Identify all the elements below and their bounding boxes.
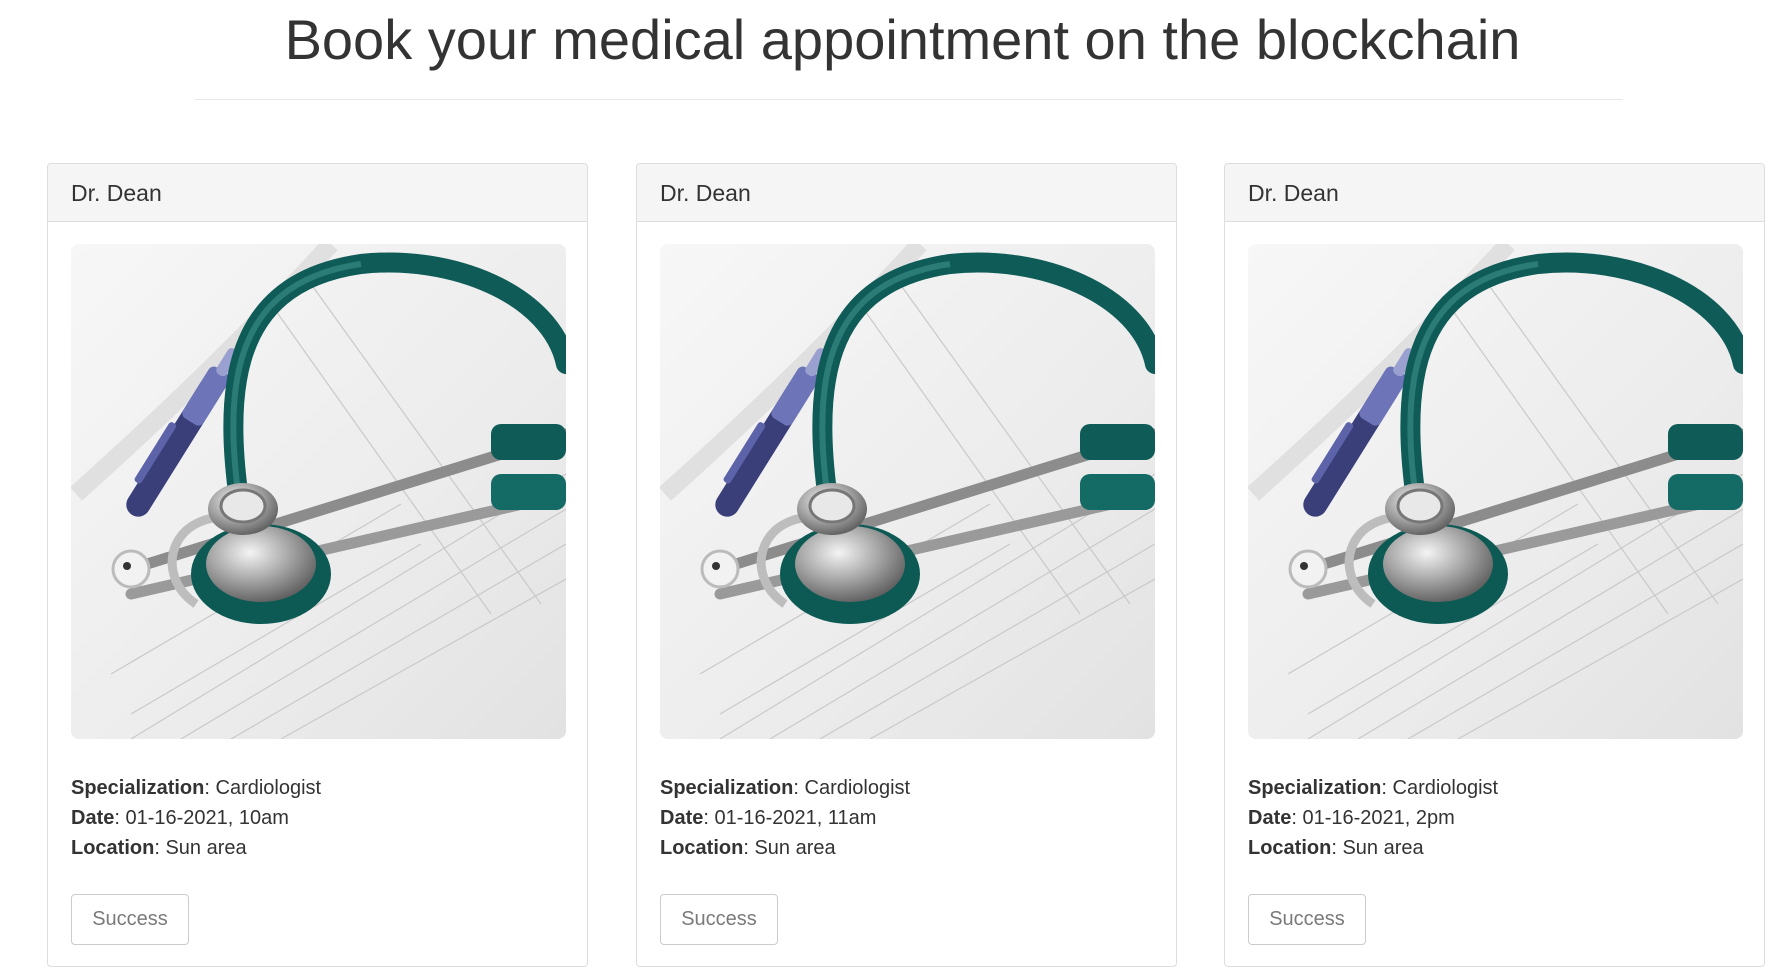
- success-button[interactable]: Success: [660, 894, 778, 945]
- date-value: 01-16-2021, 2pm: [1302, 807, 1455, 829]
- appointment-details: Specialization: Cardiologist Date: 01-16…: [660, 777, 911, 859]
- appointment-card: Dr. Dean Specialization: Cardiologist Da…: [1224, 163, 1765, 967]
- specialization-label: Specialization: [71, 777, 205, 799]
- success-button[interactable]: Success: [71, 894, 189, 945]
- specialization-label: Specialization: [1248, 777, 1382, 799]
- doctor-name: Dr. Dean: [1225, 164, 1764, 222]
- date-value: 01-16-2021, 11am: [714, 807, 877, 829]
- date-label: Date: [660, 807, 704, 829]
- page-title: Book your medical appointment on the blo…: [284, 8, 1521, 71]
- location-value: Sun area: [165, 837, 247, 859]
- location-label: Location: [660, 837, 744, 859]
- stethoscope-photo: [71, 244, 566, 739]
- appointment-card: Dr. Dean Specialization: Cardiologist Da…: [47, 163, 588, 967]
- title-divider: [195, 99, 1623, 100]
- location-label: Location: [71, 837, 155, 859]
- stethoscope-photo: [660, 244, 1155, 739]
- doctor-name: Dr. Dean: [637, 164, 1176, 222]
- location-value: Sun area: [1342, 837, 1424, 859]
- appointment-details: Specialization: Cardiologist Date: 01-16…: [1248, 777, 1499, 859]
- success-button[interactable]: Success: [1248, 894, 1366, 945]
- specialization-value: Cardiologist: [804, 777, 911, 799]
- date-label: Date: [1248, 807, 1292, 829]
- page: Book your medical appointment on the blo…: [0, 0, 1780, 978]
- specialization-value: Cardiologist: [215, 777, 322, 799]
- date-value: 01-16-2021, 10am: [125, 807, 289, 829]
- location-label: Location: [1248, 837, 1332, 859]
- specialization-label: Specialization: [660, 777, 794, 799]
- specialization-value: Cardiologist: [1392, 777, 1499, 799]
- doctor-name: Dr. Dean: [48, 164, 587, 222]
- location-value: Sun area: [754, 837, 836, 859]
- appointment-details: Specialization: Cardiologist Date: 01-16…: [71, 777, 322, 859]
- appointment-card: Dr. Dean Specialization: Cardiologist Da…: [636, 163, 1177, 967]
- stethoscope-photo: [1248, 244, 1743, 739]
- date-label: Date: [71, 807, 115, 829]
